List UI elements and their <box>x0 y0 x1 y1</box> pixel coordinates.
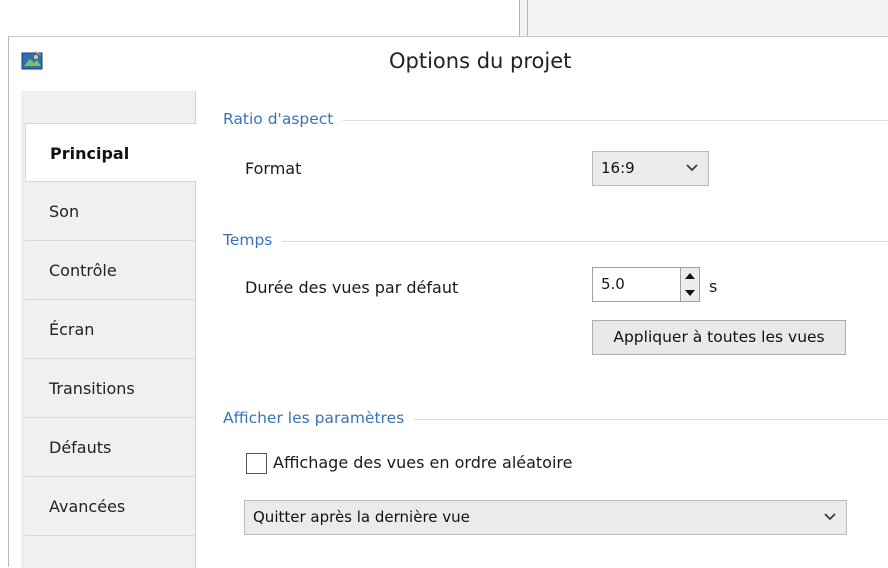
window-title: Options du projet <box>389 49 572 73</box>
tab-son[interactable]: Son <box>25 182 196 241</box>
aspect-group-title: Ratio d'aspect <box>223 110 344 128</box>
display-group-title: Afficher les paramètres <box>223 409 415 427</box>
tab-controle[interactable]: Contrôle <box>25 241 196 300</box>
tab-transitions[interactable]: Transitions <box>25 359 196 418</box>
chevron-down-icon <box>824 513 836 521</box>
format-label: Format <box>245 159 302 178</box>
duration-unit: s <box>709 277 718 296</box>
duration-spinner <box>681 267 700 302</box>
random-order-label[interactable]: Affichage des vues en ordre aléatoire <box>273 453 572 472</box>
random-order-checkbox[interactable] <box>246 453 267 474</box>
background-window-strip <box>519 0 888 36</box>
tab-avancees[interactable]: Avancées <box>25 477 196 536</box>
title-bar: Options du projet <box>9 37 888 91</box>
caret-down-icon <box>685 289 695 296</box>
project-options-dialog: Options du projet Principal Son Contrôle… <box>8 36 888 568</box>
end-action-select[interactable]: Quitter après la dernière vue <box>244 500 847 535</box>
time-group-title: Temps <box>223 231 283 249</box>
background-divider <box>527 0 528 36</box>
duration-input[interactable]: 5.0 <box>592 267 681 302</box>
tab-ecran[interactable]: Écran <box>25 300 196 359</box>
tab-principal[interactable]: Principal <box>25 123 197 182</box>
tab-defauts[interactable]: Défauts <box>25 418 196 477</box>
background-divider <box>519 0 520 36</box>
spin-down-button[interactable] <box>681 285 699 301</box>
chevron-down-icon <box>686 164 698 172</box>
options-content: Ratio d'aspect Format 16:9 Temps Durée d… <box>196 91 888 568</box>
group-divider <box>223 241 888 242</box>
apply-to-all-button[interactable]: Appliquer à toutes les vues <box>592 320 846 355</box>
spin-up-button[interactable] <box>681 268 699 284</box>
end-action-value: Quitter après la dernière vue <box>253 508 470 526</box>
format-select[interactable]: 16:9 <box>592 151 709 186</box>
options-sidebar: Principal Son Contrôle Écran Transitions… <box>21 91 197 568</box>
duration-label: Durée des vues par défaut <box>245 278 459 297</box>
caret-up-icon <box>685 272 695 279</box>
format-value: 16:9 <box>601 159 635 177</box>
app-logo-icon <box>21 51 43 70</box>
